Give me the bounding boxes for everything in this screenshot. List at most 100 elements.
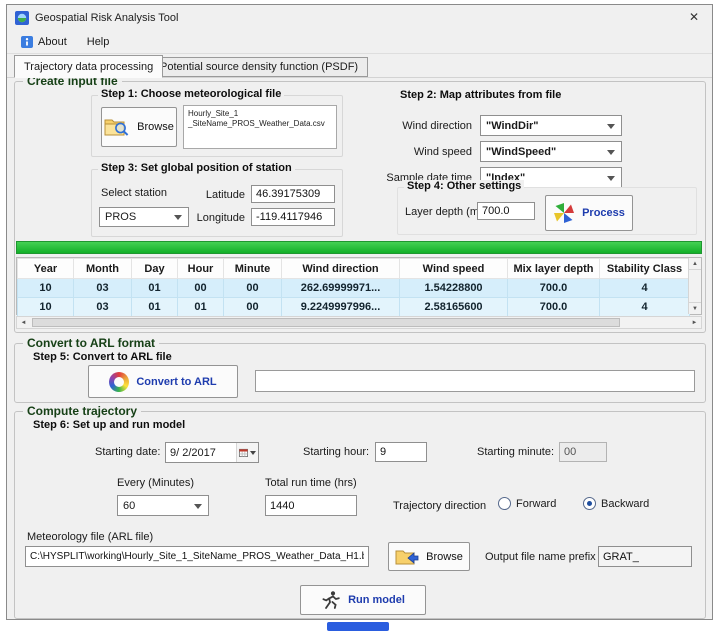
table-cell: 4 <box>600 298 690 317</box>
table-cell: 00 <box>224 279 282 298</box>
every-minutes-select[interactable]: 60 <box>117 495 209 516</box>
starting-date-value: 9/ 2/2017 <box>166 447 236 459</box>
layer-depth-input[interactable] <box>477 202 535 220</box>
process-button[interactable]: Process <box>545 195 633 231</box>
select-station-label: Select station <box>101 187 167 199</box>
arl-browse-button[interactable]: Browse <box>388 542 470 571</box>
table-header-row: YearMonthDayHourMinuteWind directionWind… <box>18 259 690 279</box>
table-body: 1003010000262.69999971...1.54228800700.0… <box>18 279 690 317</box>
horizontal-scrollbar[interactable]: ◄ ► <box>16 316 702 329</box>
run-model-label: Run model <box>348 594 405 606</box>
starting-minute-label: Starting minute: <box>477 446 554 458</box>
step3-title: Step 3: Set global position of station <box>98 162 295 174</box>
column-header[interactable]: Year <box>18 259 74 279</box>
table-cell: 03 <box>74 279 132 298</box>
column-header[interactable]: Wind speed <box>400 259 508 279</box>
vertical-scrollbar[interactable]: ▲ ▼ <box>688 258 701 314</box>
scroll-left-icon[interactable]: ◄ <box>17 317 30 328</box>
output-prefix-input[interactable] <box>598 546 692 567</box>
every-minutes-label: Every (Minutes) <box>117 477 194 489</box>
run-model-button[interactable]: Run model <box>300 585 426 615</box>
longitude-input[interactable] <box>251 208 335 226</box>
latitude-label: Latitude <box>195 189 245 201</box>
close-button[interactable]: ✕ <box>678 6 710 29</box>
group-title: Compute trajectory <box>23 404 141 418</box>
column-header[interactable]: Stability Class <box>600 259 690 279</box>
runner-icon <box>321 590 341 610</box>
convert-ring-icon <box>109 372 129 392</box>
wind-speed-value: "WindSpeed" <box>486 146 556 158</box>
column-header[interactable]: Day <box>132 259 178 279</box>
column-header[interactable]: Month <box>74 259 132 279</box>
convert-to-arl-label: Convert to ARL <box>136 376 216 388</box>
wind-direction-value: "WindDir" <box>486 120 539 132</box>
process-label: Process <box>582 207 625 219</box>
table-cell: 2.58165600 <box>400 298 508 317</box>
total-run-time-input[interactable] <box>265 495 357 516</box>
starting-hour-input[interactable] <box>375 442 427 462</box>
table-row[interactable]: 10030101009.2249997996...2.58165600700.0… <box>18 298 690 317</box>
tab-label: Trajectory data processing <box>24 61 153 73</box>
table-cell: 10 <box>18 279 74 298</box>
scrollbar-thumb[interactable] <box>32 318 620 327</box>
calendar-icon <box>239 448 248 457</box>
pinwheel-icon <box>553 202 575 224</box>
step4-title: Step 4: Other settings <box>404 180 524 192</box>
step5-title: Step 5: Convert to ARL file <box>30 351 175 363</box>
trajectory-direction-label: Trajectory direction <box>393 500 486 512</box>
table-cell: 700.0 <box>508 279 600 298</box>
radio-forward[interactable]: Forward <box>498 497 556 510</box>
longitude-label: Longitude <box>195 212 245 224</box>
step1-title: Step 1: Choose meteorological file <box>98 88 284 100</box>
weather-table-container: YearMonthDayHourMinuteWind directionWind… <box>16 257 702 315</box>
output-prefix-label: Output file name prefix <box>485 551 596 563</box>
menu-about[interactable]: About <box>13 33 75 51</box>
arl-browse-label: Browse <box>426 551 463 563</box>
table-cell: 9.2249997996... <box>282 298 400 317</box>
app-window: Geospatial Risk Analysis Tool ✕ About He… <box>6 4 713 620</box>
window-title: Geospatial Risk Analysis Tool <box>35 12 178 24</box>
convert-to-arl-button[interactable]: Convert to ARL <box>88 365 238 398</box>
load-progress-bar <box>16 241 702 254</box>
taskbar-fragment <box>327 622 389 631</box>
column-header[interactable]: Wind direction <box>282 259 400 279</box>
table-cell: 03 <box>74 298 132 317</box>
station-select[interactable]: PROS <box>99 207 189 227</box>
scroll-up-icon[interactable]: ▲ <box>689 258 701 270</box>
station-value: PROS <box>105 211 136 223</box>
calendar-dropdown-icon[interactable] <box>236 443 258 462</box>
choose-met-file-browse-button[interactable]: Browse <box>101 107 177 147</box>
table-cell: 262.69999971... <box>282 279 400 298</box>
scroll-right-icon[interactable]: ► <box>688 317 701 328</box>
menu-about-label: About <box>38 36 67 48</box>
column-header[interactable]: Minute <box>224 259 282 279</box>
table-cell: 4 <box>600 279 690 298</box>
wind-direction-select[interactable]: "WindDir" <box>480 115 622 136</box>
column-header[interactable]: Mix layer depth <box>508 259 600 279</box>
browse-label: Browse <box>137 121 174 133</box>
scroll-down-icon[interactable]: ▼ <box>689 302 701 314</box>
starting-date-picker[interactable]: 9/ 2/2017 <box>165 442 259 463</box>
tab-psdf[interactable]: Potential source density function (PSDF) <box>150 57 368 77</box>
met-file-name-box[interactable]: Hourly_Site_1 _SiteName_PROS_Weather_Dat… <box>183 105 337 149</box>
menu-help[interactable]: Help <box>79 33 118 51</box>
every-minutes-value: 60 <box>123 500 135 512</box>
column-header[interactable]: Hour <box>178 259 224 279</box>
radio-circle-icon <box>498 497 511 510</box>
wind-direction-label: Wind direction <box>365 120 472 132</box>
tab-trajectory-data-processing[interactable]: Trajectory data processing <box>14 55 163 78</box>
menu-help-label: Help <box>87 36 110 48</box>
table-cell: 01 <box>178 298 224 317</box>
starting-minute-input <box>559 442 607 462</box>
latitude-input[interactable] <box>251 185 335 203</box>
table-cell: 10 <box>18 298 74 317</box>
wind-speed-select[interactable]: "WindSpeed" <box>480 141 622 162</box>
met-file-name-line2: _SiteName_PROS_Weather_Data.csv <box>188 119 332 129</box>
weather-table: YearMonthDayHourMinuteWind directionWind… <box>17 258 690 317</box>
met-arl-file-input[interactable] <box>25 546 369 567</box>
radio-backward[interactable]: Backward <box>583 497 649 510</box>
table-cell: 700.0 <box>508 298 600 317</box>
app-icon <box>15 11 29 25</box>
table-row[interactable]: 1003010000262.69999971...1.54228800700.0… <box>18 279 690 298</box>
forward-label: Forward <box>516 498 556 510</box>
